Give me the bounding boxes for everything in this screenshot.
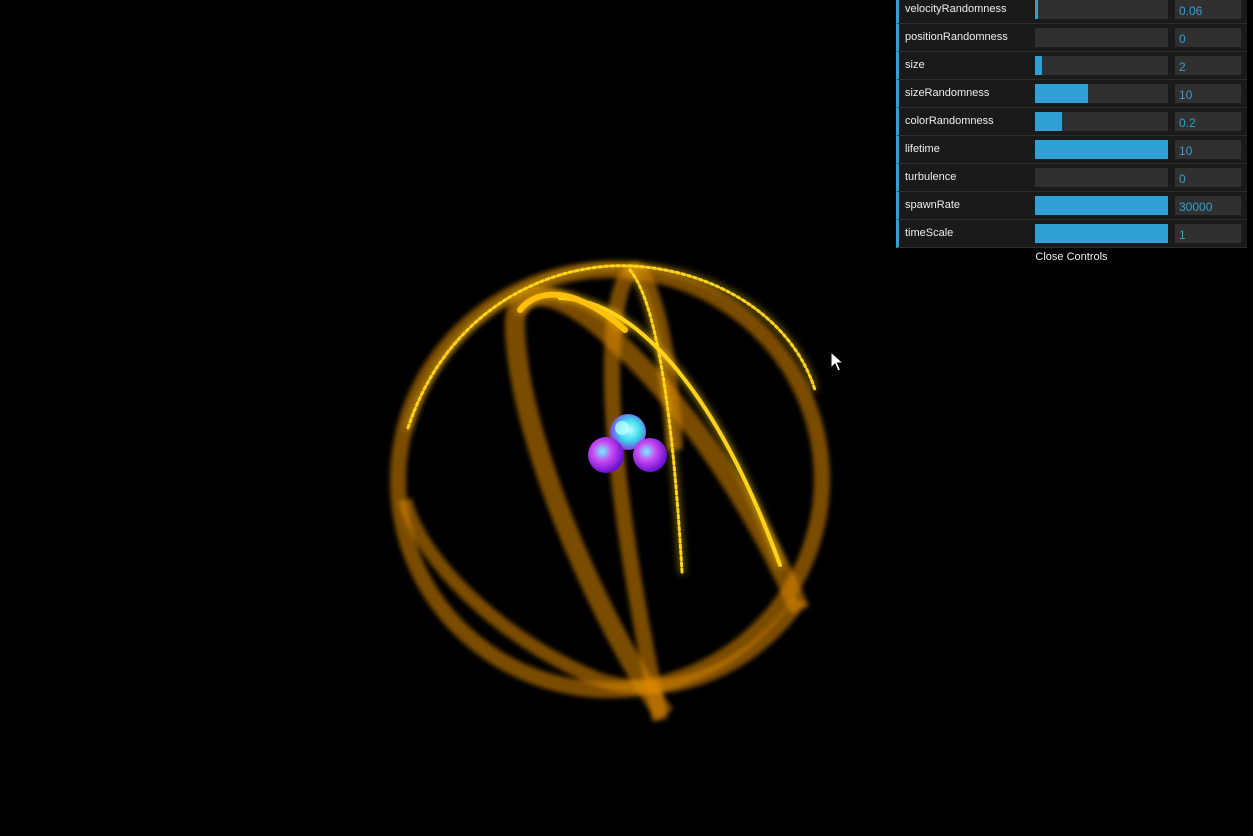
control-row-time-scale: timeScale [896,220,1247,248]
control-label-color-randomness: colorRandomness [905,115,994,127]
control-value-input-color-randomness[interactable] [1175,112,1241,131]
control-slider-fill [1035,140,1168,159]
control-value-input-position-randomness[interactable] [1175,28,1241,47]
mouse-cursor-icon [830,351,844,372]
control-label-turbulence: turbulence [905,171,957,183]
control-slider-spawn-rate[interactable] [1035,196,1168,215]
control-slider-color-randomness[interactable] [1035,112,1168,131]
control-value-input-size-randomness[interactable] [1175,84,1241,103]
control-label-position-randomness: positionRandomness [905,31,1008,43]
control-slider-size[interactable] [1035,56,1168,75]
control-slider-fill [1035,224,1168,243]
control-value-input-lifetime[interactable] [1175,140,1241,159]
control-row-lifetime: lifetime [896,136,1247,164]
control-slider-time-scale[interactable] [1035,224,1168,243]
control-row-position-randomness: positionRandomness [896,24,1247,52]
control-slider-fill [1035,84,1089,103]
control-slider-turbulence[interactable] [1035,168,1168,187]
control-label-spawn-rate: spawnRate [905,199,961,211]
close-controls-button[interactable]: Close Controls [896,248,1247,268]
control-label-time-scale: timeScale [905,227,954,239]
control-slider-position-randomness[interactable] [1035,28,1168,47]
control-value-input-time-scale[interactable] [1175,224,1241,243]
control-slider-fill [1035,0,1038,19]
control-value-input-velocity-randomness[interactable] [1175,0,1241,19]
control-slider-size-randomness[interactable] [1035,84,1168,103]
control-slider-fill [1035,196,1168,215]
control-label-velocity-randomness: velocityRandomness [905,3,1007,15]
emitter-orbs [588,414,667,473]
emitter-orb-highlight [615,421,629,435]
control-label-size: size [905,59,925,71]
control-row-size: size [896,52,1247,80]
emitter-orb-right [633,438,667,472]
control-slider-lifetime[interactable] [1035,140,1168,159]
control-row-turbulence: turbulence [896,164,1247,192]
control-row-size-randomness: sizeRandomness [896,80,1247,108]
control-label-lifetime: lifetime [905,143,940,155]
emitter-orb-left [588,437,624,473]
control-slider-fill [1035,112,1062,131]
control-slider-velocity-randomness[interactable] [1035,0,1168,19]
control-value-input-spawn-rate[interactable] [1175,196,1241,215]
control-row-color-randomness: colorRandomness [896,108,1247,136]
control-label-size-randomness: sizeRandomness [905,87,990,99]
control-slider-fill [1035,56,1042,75]
control-value-input-turbulence[interactable] [1175,168,1241,187]
dat-gui-panel: velocityRandomness positionRandomness size… [896,0,1247,248]
control-row-velocity-randomness: velocityRandomness [896,0,1247,24]
control-value-input-size[interactable] [1175,56,1241,75]
control-row-spawn-rate: spawnRate [896,192,1247,220]
